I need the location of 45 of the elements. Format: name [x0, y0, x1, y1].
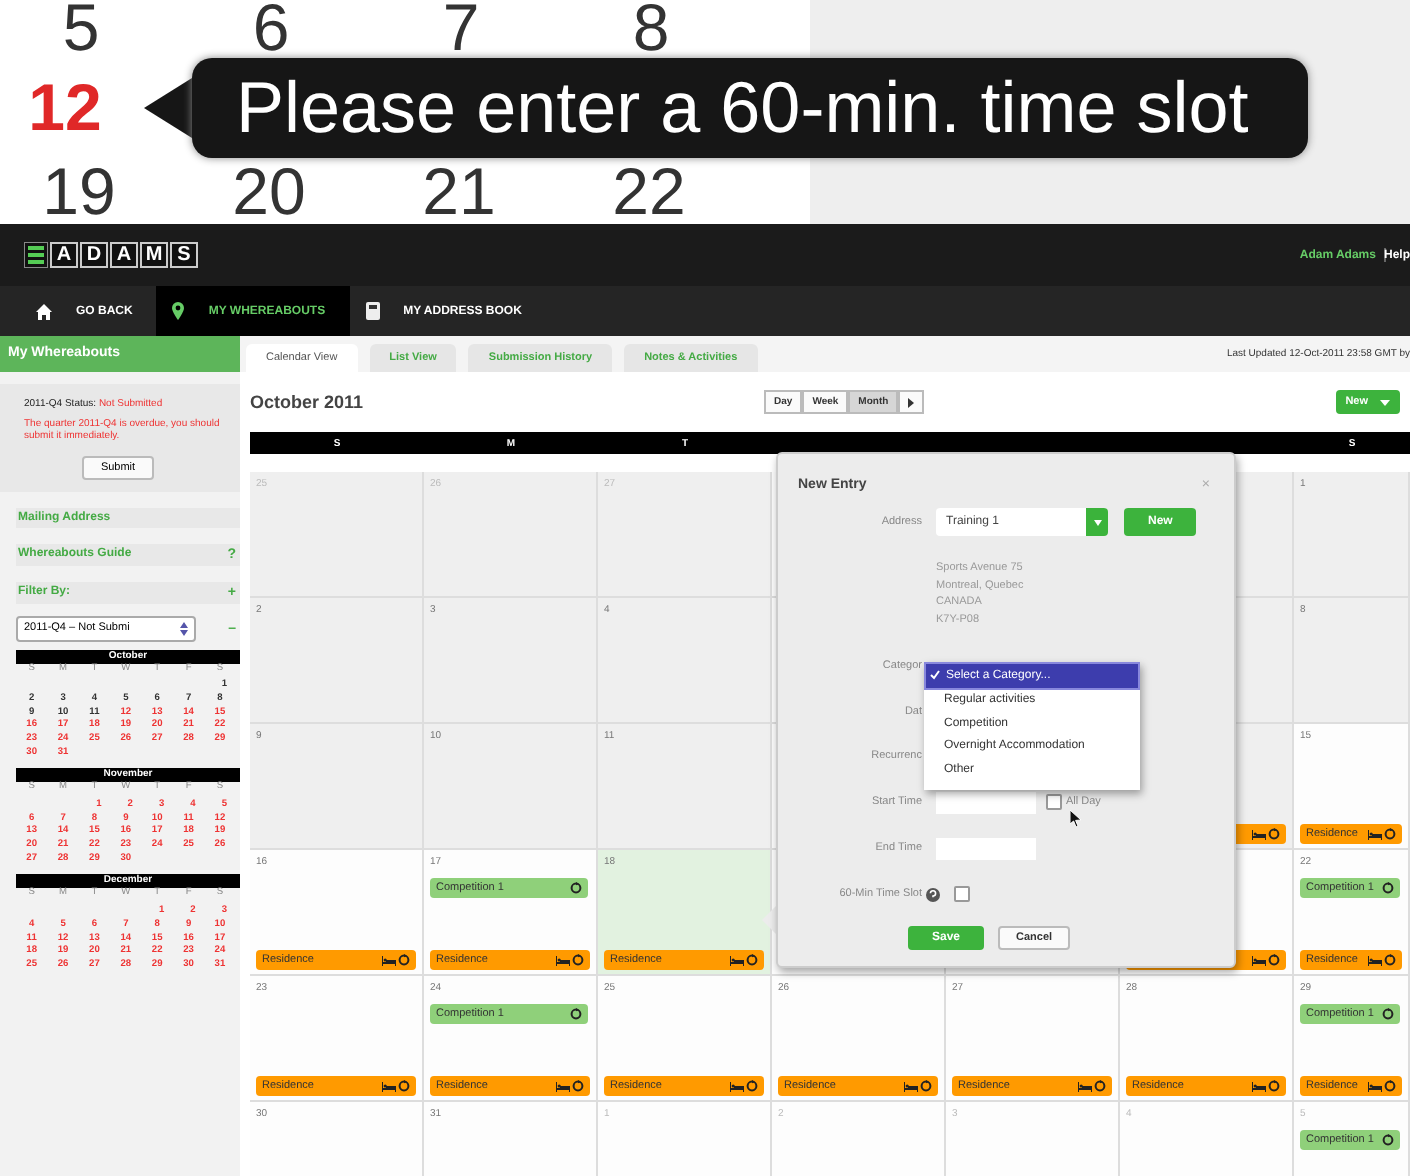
bed-icon — [556, 1081, 570, 1091]
bed-icon — [1078, 1081, 1092, 1091]
bed-icon — [1252, 829, 1266, 839]
logo-letter: S — [170, 242, 198, 268]
logo-letter: D — [80, 242, 108, 268]
logo-letter: A — [50, 242, 78, 268]
chevron-right-icon — [908, 397, 915, 407]
bed-icon — [1252, 1081, 1266, 1091]
mouse-pointer-icon — [1070, 809, 1083, 827]
bed-icon — [730, 1081, 744, 1091]
logo-letter: A — [110, 242, 138, 268]
address-book-icon — [365, 302, 380, 320]
calendar-date: 8 — [630, 0, 672, 58]
bed-icon — [556, 955, 570, 965]
updown-icon — [180, 621, 188, 635]
checkbox[interactable] — [1046, 794, 1062, 810]
bed-icon — [1368, 955, 1382, 965]
bed-icon — [1252, 955, 1266, 965]
bed-icon — [730, 955, 744, 965]
calendar-date: 5 — [60, 0, 102, 58]
help-icon[interactable] — [926, 887, 940, 901]
tooltip-pointer — [144, 78, 192, 138]
calendar-date: 21 — [420, 162, 498, 222]
calendar-date: 22 — [610, 162, 688, 222]
logo-icon — [24, 242, 48, 268]
today-date: 12 — [26, 78, 104, 138]
checkbox[interactable] — [954, 886, 970, 902]
bed-icon — [382, 1081, 396, 1091]
calendar-date: 6 — [250, 0, 292, 58]
bed-icon — [382, 955, 396, 965]
calendar-date: 7 — [440, 0, 482, 58]
time-field[interactable] — [936, 791, 1036, 813]
month-title: October 2011 — [250, 392, 366, 412]
calendar-date: 19 — [40, 162, 118, 222]
check-icon — [930, 670, 940, 681]
logo-letter: M — [140, 242, 168, 268]
map-pin-icon — [172, 302, 185, 320]
calendar-date: 20 — [230, 162, 308, 222]
caret-icon — [1380, 399, 1390, 405]
next-button[interactable] — [898, 390, 925, 414]
caret-icon — [1093, 519, 1101, 525]
bed-icon — [1368, 829, 1382, 839]
bed-icon — [1368, 1081, 1382, 1091]
bed-icon — [904, 1081, 918, 1091]
home-icon — [36, 303, 52, 319]
